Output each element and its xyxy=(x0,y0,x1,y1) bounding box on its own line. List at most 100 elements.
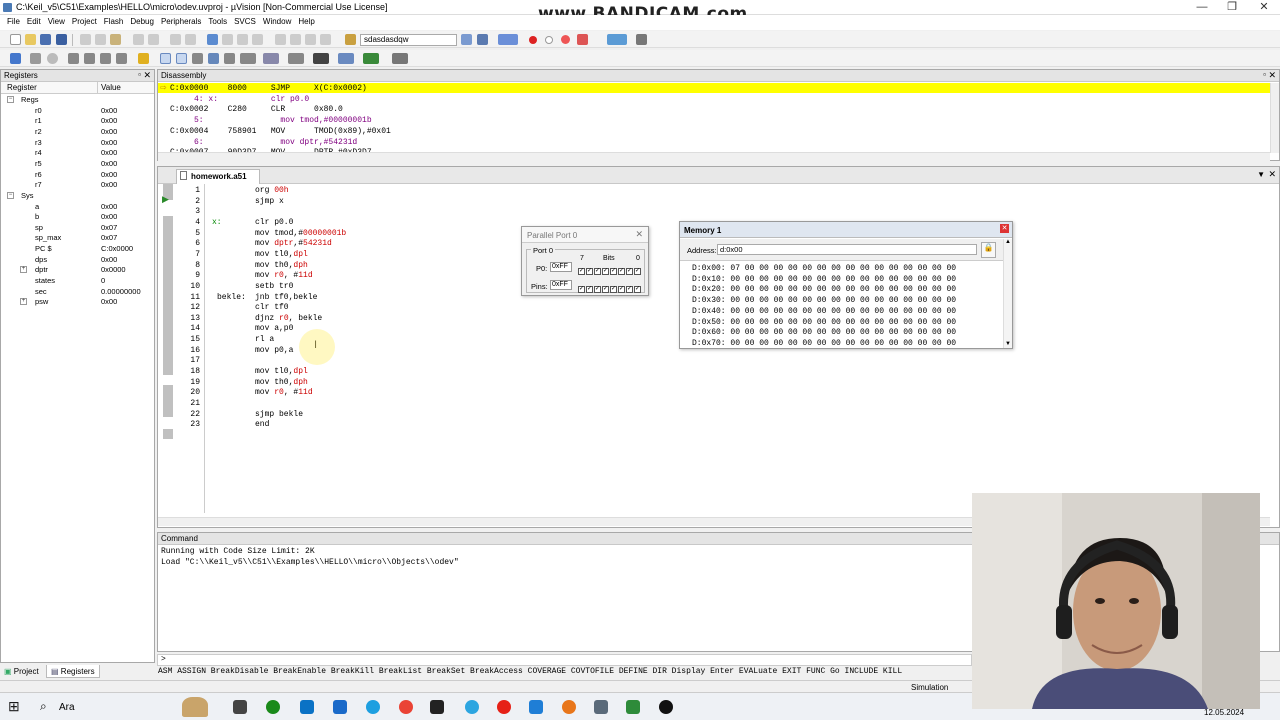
register-row[interactable]: r0 0x00 xyxy=(1,106,155,117)
p0-bit-checkboxes[interactable]: ✓ ✓ ✓ ✓ ✓ ✓ ✓ ✓ xyxy=(578,264,642,275)
register-row[interactable]: sec 0.00000000 xyxy=(1,287,155,298)
disassembly-vscroll[interactable] xyxy=(1270,83,1279,153)
register-value[interactable]: 0x00 xyxy=(101,106,117,115)
find-icon[interactable] xyxy=(461,34,472,45)
bit-checkbox[interactable]: ✓ xyxy=(594,268,601,275)
register-row[interactable]: + psw 0x00 xyxy=(1,297,155,308)
register-value[interactable]: 0.00000000 xyxy=(101,287,141,296)
bit-checkbox[interactable]: ✓ xyxy=(602,268,609,275)
run-icon[interactable] xyxy=(30,53,41,64)
bit-checkbox[interactable]: ✓ xyxy=(610,286,617,293)
register-value[interactable]: 0x00 xyxy=(101,202,117,211)
reset-cpu-icon[interactable] xyxy=(10,53,21,64)
save-all-icon[interactable] xyxy=(56,34,67,45)
register-value[interactable]: 0x00 xyxy=(101,159,117,168)
bit-checkbox[interactable]: ✓ xyxy=(586,268,593,275)
redo-icon[interactable] xyxy=(148,34,159,45)
register-row[interactable]: a 0x00 xyxy=(1,202,155,213)
breakpoint-disable-icon[interactable] xyxy=(545,36,553,44)
menu-window[interactable]: Window xyxy=(256,15,291,26)
vscode-icon[interactable] xyxy=(529,700,543,714)
bit-checkbox[interactable]: ✓ xyxy=(578,268,585,275)
close-pane-icon[interactable]: ✕ xyxy=(143,70,151,81)
run-to-cursor-icon[interactable] xyxy=(116,53,127,64)
collapse-icon[interactable]: − xyxy=(7,96,14,103)
disassembly-hscroll[interactable] xyxy=(158,152,1270,161)
menu-peripherals[interactable]: Peripherals xyxy=(154,15,201,26)
pin-icon[interactable]: ▫ xyxy=(1263,70,1266,79)
step-over-icon[interactable] xyxy=(84,53,95,64)
bandicam-icon[interactable] xyxy=(659,700,673,714)
stop-icon[interactable] xyxy=(47,53,58,64)
memory-vscroll[interactable]: ▲ ▼ xyxy=(1003,239,1012,348)
symbols-window-icon[interactable] xyxy=(192,53,203,64)
register-value[interactable]: 0x00 xyxy=(101,255,117,264)
taskbar-search[interactable]: Ara xyxy=(59,702,75,713)
register-value[interactable]: 0x00 xyxy=(101,180,117,189)
incremental-find-icon[interactable] xyxy=(477,34,488,45)
expand-icon[interactable]: + xyxy=(20,298,27,306)
menu-view[interactable]: View xyxy=(41,15,65,26)
register-row[interactable]: r2 0x00 xyxy=(1,127,155,138)
breakpoint-icon[interactable] xyxy=(529,36,537,44)
bit-checkbox[interactable]: ✓ xyxy=(626,268,633,275)
bit-checkbox[interactable]: ✓ xyxy=(594,286,601,293)
menu-edit[interactable]: Edit xyxy=(20,15,41,26)
register-row[interactable]: r1 0x00 xyxy=(1,116,155,127)
command-window-icon[interactable] xyxy=(160,53,171,64)
register-value[interactable]: 0x07 xyxy=(101,223,117,232)
memory-window-icon[interactable] xyxy=(263,53,279,64)
register-row[interactable]: dps 0x00 xyxy=(1,255,155,266)
register-value[interactable]: 0x07 xyxy=(101,233,117,242)
search-highlight-icon[interactable] xyxy=(182,697,208,717)
register-row[interactable]: − Regs xyxy=(1,95,155,106)
menu-debug[interactable]: Debug xyxy=(123,15,154,26)
nav-forward-icon[interactable] xyxy=(185,34,196,45)
pin-icon[interactable]: ▫ xyxy=(138,70,141,79)
close-window-button[interactable]: ✕ xyxy=(1249,1,1279,14)
register-value[interactable]: 0x00 xyxy=(101,297,117,306)
menu-tools[interactable]: Tools xyxy=(201,15,227,26)
youtube-icon[interactable] xyxy=(497,700,511,714)
copy-icon[interactable] xyxy=(95,34,106,45)
find-in-files-icon[interactable] xyxy=(345,34,356,45)
nav-back-icon[interactable] xyxy=(170,34,181,45)
menu-file[interactable]: File xyxy=(0,15,20,26)
system-viewer-icon[interactable] xyxy=(363,53,379,64)
find-combo[interactable]: sdasdasdqw xyxy=(360,34,457,46)
comment-icon[interactable] xyxy=(305,34,316,45)
step-into-icon[interactable] xyxy=(68,53,79,64)
bookmark-next-icon[interactable] xyxy=(237,34,248,45)
registers-window-icon[interactable] xyxy=(208,53,219,64)
keil-uvision-icon[interactable] xyxy=(626,700,640,714)
close-pane-icon[interactable]: ✕ xyxy=(1268,70,1276,81)
config-wrench-icon[interactable] xyxy=(636,34,647,45)
register-row[interactable]: PC $ C:0x0000 xyxy=(1,244,155,255)
cut-icon[interactable] xyxy=(80,34,91,45)
lock-icon[interactable]: 🔒 xyxy=(981,242,996,258)
close-memory-icon[interactable]: ✕ xyxy=(1000,224,1009,233)
bookmark-icon[interactable] xyxy=(207,34,218,45)
show-next-statement-icon[interactable] xyxy=(138,53,149,64)
address-input[interactable]: d:0x00 xyxy=(717,244,977,255)
register-row[interactable]: + dptr 0x0000 xyxy=(1,265,155,276)
uncomment-icon[interactable] xyxy=(320,34,331,45)
bit-checkbox[interactable]: ✓ xyxy=(578,286,585,293)
xbox-icon[interactable] xyxy=(266,700,280,714)
start-windows-icon[interactable]: ⊞ xyxy=(8,698,20,715)
register-value[interactable]: 0x00 xyxy=(101,170,117,179)
window-layout-icon[interactable] xyxy=(607,34,627,45)
save-icon[interactable] xyxy=(40,34,51,45)
register-row[interactable]: sp_max 0x07 xyxy=(1,233,155,244)
search-icon[interactable]: ⌕ xyxy=(40,699,47,714)
register-value[interactable]: 0x00 xyxy=(101,116,117,125)
register-row[interactable]: r5 0x00 xyxy=(1,159,155,170)
indent-icon[interactable] xyxy=(275,34,286,45)
pins-value-field[interactable]: 0xFF xyxy=(550,280,572,290)
register-value[interactable]: 0x0000 xyxy=(101,265,126,274)
bookmark-prev-icon[interactable] xyxy=(222,34,233,45)
watch-window-icon[interactable] xyxy=(240,53,256,64)
maximize-button[interactable]: ❐ xyxy=(1217,1,1247,14)
outlook-icon[interactable] xyxy=(300,700,314,714)
chrome-icon[interactable] xyxy=(399,700,413,714)
